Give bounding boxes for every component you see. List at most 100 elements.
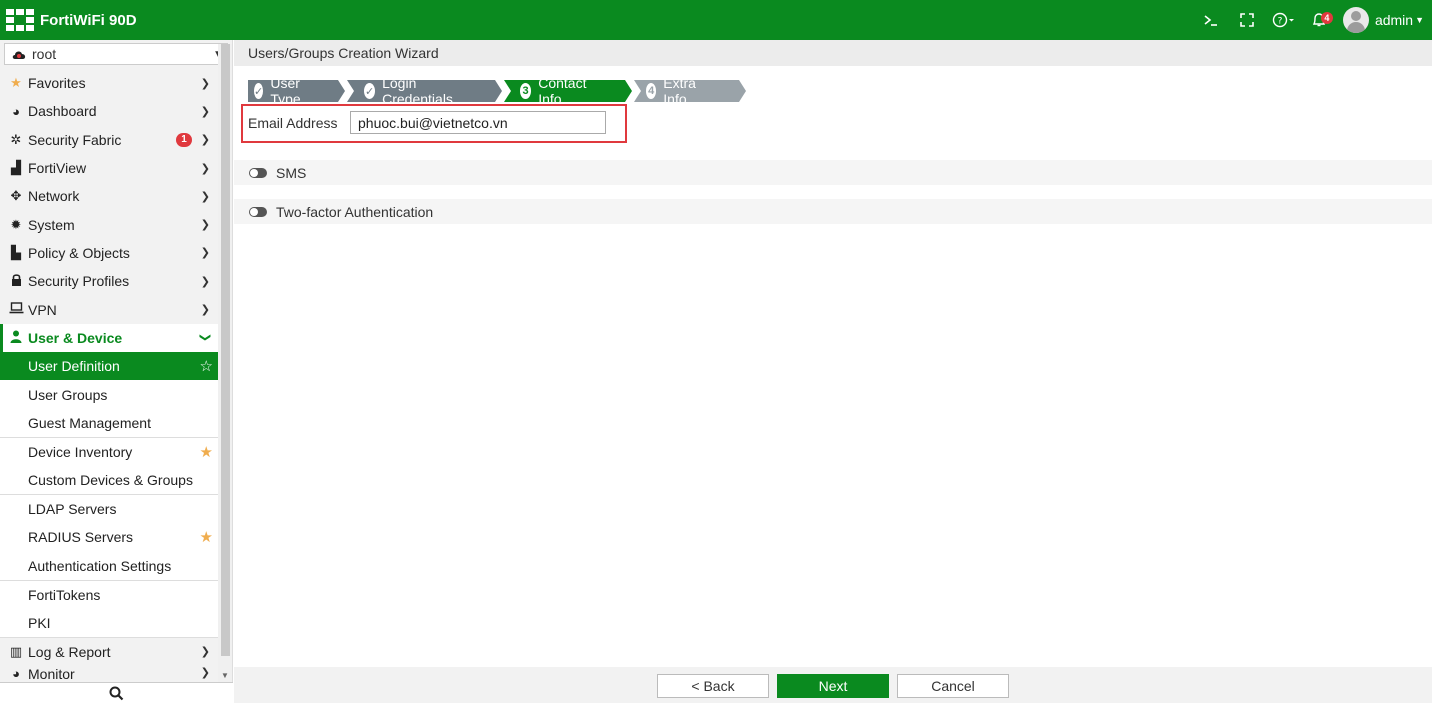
chevron-right-icon: ❯ bbox=[200, 77, 210, 90]
sidebar-item-label: Dashboard bbox=[28, 103, 97, 120]
scrollbar-thumb[interactable] bbox=[221, 44, 230, 656]
top-bar: FortiWiFi 90D ? 4 admin ▼ bbox=[0, 0, 1432, 40]
logo[interactable]: FortiWiFi 90D bbox=[6, 9, 137, 31]
wizard-step-contact-info: 3 Contact Info bbox=[520, 75, 591, 107]
vdom-select[interactable]: root ▼ bbox=[4, 43, 228, 65]
sidebar-subitem-label: FortiTokens bbox=[28, 586, 101, 603]
sms-toggle-row[interactable]: SMS bbox=[234, 160, 1432, 185]
notification-count-badge: 4 bbox=[1320, 12, 1333, 24]
wizard-step-user-type: ✓ User Type bbox=[254, 75, 307, 107]
gear-icon: ✹ bbox=[10, 216, 22, 232]
help-icon[interactable]: ? bbox=[1265, 0, 1301, 40]
chevron-right-icon: ❯ bbox=[200, 304, 210, 317]
sidebar-subitem-label: User Definition bbox=[28, 358, 120, 375]
sidebar-subitem-device-inventory[interactable]: Device Inventory ★ bbox=[0, 437, 218, 466]
chevron-right-icon: ❯ bbox=[200, 105, 210, 118]
fortinet-logo-icon bbox=[6, 9, 34, 31]
chevron-right-icon: ❯ bbox=[200, 190, 210, 203]
notifications-bell-icon[interactable]: 4 bbox=[1301, 0, 1337, 40]
cancel-button[interactable]: Cancel bbox=[897, 674, 1009, 698]
sidebar-item-label: Log & Report bbox=[28, 643, 111, 660]
sidebar-scrollbar[interactable]: ▼ bbox=[218, 44, 232, 682]
scroll-down-arrow-icon[interactable]: ▼ bbox=[221, 671, 229, 680]
sidebar-subitem-user-definition[interactable]: User Definition ☆ bbox=[0, 351, 218, 381]
sidebar-item-fortiview[interactable]: ▟ FortiView ❯ bbox=[0, 154, 218, 182]
sidebar-item-label: Security Fabric bbox=[28, 131, 122, 148]
sidebar: root ▼ ★ Favorites ❯ ◕ Dashboard ❯ ✲ Sec… bbox=[0, 40, 233, 703]
email-field[interactable] bbox=[350, 111, 606, 134]
sidebar-nav: ★ Favorites ❯ ◕ Dashboard ❯ ✲ Security F… bbox=[0, 69, 218, 679]
sidebar-item-label: Security Profiles bbox=[28, 273, 130, 290]
chevron-down-icon: ❯ bbox=[198, 333, 211, 343]
sidebar-item-label: System bbox=[28, 216, 75, 233]
monitor-icon: ◕ bbox=[12, 666, 20, 680]
sidebar-search[interactable] bbox=[0, 682, 233, 703]
next-button[interactable]: Next bbox=[777, 674, 889, 698]
chart-icon: ▟ bbox=[11, 160, 21, 176]
sms-toggle-icon[interactable] bbox=[249, 167, 267, 178]
network-icon: ✥ bbox=[10, 188, 22, 204]
sidebar-subitem-label: Custom Devices & Groups bbox=[28, 472, 193, 489]
sidebar-item-favorites[interactable]: ★ Favorites ❯ bbox=[0, 69, 218, 97]
wizard-step-login-credentials: ✓ Login Credentials bbox=[364, 75, 458, 107]
sidebar-subitem-pki[interactable]: PKI bbox=[0, 608, 218, 637]
sidebar-item-network[interactable]: ✥ Network ❯ bbox=[0, 182, 218, 210]
chevron-right-icon: ❯ bbox=[200, 646, 210, 659]
chevron-right-icon: ❯ bbox=[200, 667, 210, 680]
sidebar-item-policy-objects[interactable]: ▙ Policy & Objects ❯ bbox=[0, 239, 218, 267]
sidebar-item-system[interactable]: ✹ System ❯ bbox=[0, 210, 218, 238]
sidebar-subitem-user-groups[interactable]: User Groups bbox=[0, 380, 218, 409]
sidebar-subitem-label: RADIUS Servers bbox=[28, 529, 134, 546]
chevron-right-icon: ❯ bbox=[200, 219, 210, 232]
email-label: Email Address bbox=[248, 115, 338, 131]
vdom-cloud-icon bbox=[12, 51, 26, 59]
sidebar-subitem-fortitokens[interactable]: FortiTokens bbox=[0, 579, 218, 609]
back-button[interactable]: < Back bbox=[657, 674, 769, 698]
fullscreen-icon[interactable] bbox=[1229, 0, 1265, 40]
sidebar-subitem-guest-management[interactable]: Guest Management bbox=[0, 408, 218, 438]
favorite-star-icon[interactable]: ★ bbox=[200, 528, 213, 546]
user-icon bbox=[8, 330, 24, 346]
favorite-star-outline-icon[interactable]: ☆ bbox=[200, 357, 213, 375]
user-menu[interactable]: admin ▼ bbox=[1342, 7, 1424, 33]
sidebar-item-dashboard[interactable]: ◕ Dashboard ❯ bbox=[0, 97, 218, 125]
sidebar-subitem-radius-servers[interactable]: RADIUS Servers ★ bbox=[0, 522, 218, 552]
policy-icon: ▙ bbox=[11, 244, 21, 260]
star-icon: ★ bbox=[10, 75, 22, 91]
sidebar-item-label: Monitor bbox=[28, 666, 75, 680]
step-number-icon: 4 bbox=[646, 83, 657, 99]
sidebar-item-user-device[interactable]: User & Device ❯ bbox=[0, 323, 218, 352]
avatar bbox=[1342, 7, 1369, 33]
fabric-icon: ✲ bbox=[10, 131, 22, 147]
check-circle-icon: ✓ bbox=[254, 83, 264, 99]
favorite-star-icon[interactable]: ★ bbox=[200, 443, 213, 461]
svg-text:?: ? bbox=[1278, 17, 1283, 27]
two-factor-toggle-icon[interactable] bbox=[249, 206, 267, 217]
chevron-right-icon: ❯ bbox=[200, 247, 210, 260]
sidebar-item-log-report[interactable]: ▥ Log & Report ❯ bbox=[0, 636, 218, 665]
sidebar-subitem-authentication-settings[interactable]: Authentication Settings bbox=[0, 551, 218, 580]
sidebar-subitem-label: Device Inventory bbox=[28, 444, 133, 461]
page-title: Users/Groups Creation Wizard bbox=[234, 40, 1432, 66]
two-factor-toggle-row[interactable]: Two-factor Authentication bbox=[234, 199, 1432, 224]
sidebar-subitem-ldap-servers[interactable]: LDAP Servers bbox=[0, 494, 218, 523]
sidebar-item-security-profiles[interactable]: Security Profiles ❯ bbox=[0, 267, 218, 295]
dashboard-icon: ◕ bbox=[12, 103, 20, 119]
device-name: FortiWiFi 90D bbox=[40, 11, 137, 29]
sidebar-item-label: Network bbox=[28, 188, 80, 205]
sms-label: SMS bbox=[276, 164, 307, 181]
sidebar-item-label: Policy & Objects bbox=[28, 244, 130, 261]
chevron-down-icon: ▼ bbox=[1415, 15, 1424, 25]
wizard-step-extra-info: 4 Extra Info bbox=[646, 75, 702, 107]
log-icon: ▥ bbox=[9, 643, 23, 659]
cli-console-icon[interactable] bbox=[1193, 0, 1229, 40]
chevron-right-icon: ❯ bbox=[200, 275, 210, 288]
sidebar-item-label: FortiView bbox=[28, 160, 87, 177]
sidebar-item-security-fabric[interactable]: ✲ Security Fabric 1 ❯ bbox=[0, 126, 218, 154]
sidebar-subitem-label: PKI bbox=[28, 614, 51, 631]
sidebar-subitem-custom-devices-groups[interactable]: Custom Devices & Groups bbox=[0, 465, 218, 495]
sidebar-item-label: VPN bbox=[28, 301, 57, 318]
sidebar-item-vpn[interactable]: VPN ❯ bbox=[0, 295, 218, 323]
laptop-icon bbox=[8, 302, 24, 317]
sidebar-item-monitor[interactable]: ◕ Monitor ❯ bbox=[0, 665, 218, 679]
